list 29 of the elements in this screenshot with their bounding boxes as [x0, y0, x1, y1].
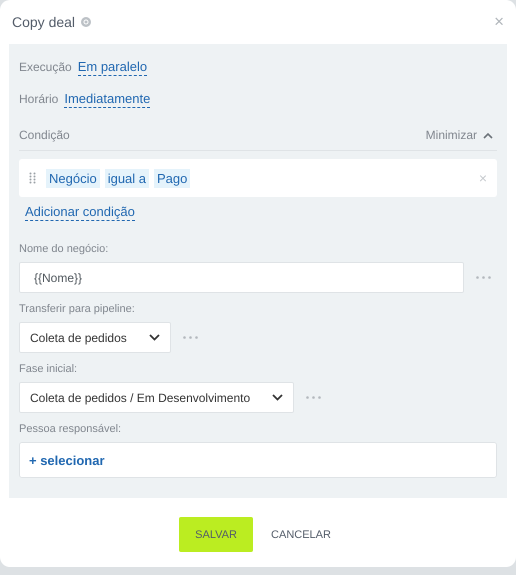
- condition-token[interactable]: igual a: [104, 168, 150, 188]
- field-label: Fase inicial:: [19, 363, 78, 375]
- caret-icon[interactable]: [483, 132, 493, 138]
- save-button[interactable]: SALVAR: [179, 517, 254, 552]
- help-icon[interactable]: [81, 17, 92, 27]
- user-picker[interactable]: + selecionar: [19, 442, 497, 478]
- field-label: Nome do negócio:: [19, 243, 110, 255]
- window-title: Copy deal: [12, 14, 76, 30]
- chevron-down-icon: [272, 394, 284, 401]
- condition-token[interactable]: Pago: [154, 168, 190, 188]
- setting-label: Horário: [19, 92, 58, 106]
- dropdown[interactable]: Coleta de pedidos / Em Desenvolvimento: [19, 382, 294, 413]
- more-icon[interactable]: [182, 336, 198, 339]
- setting-link[interactable]: Imediatamente: [64, 90, 150, 108]
- more-icon[interactable]: [306, 396, 322, 399]
- field-label: Transferir para pipeline:: [19, 303, 136, 315]
- minimize-link[interactable]: Minimizar: [426, 128, 477, 142]
- add-condition-link[interactable]: Adicionar condição: [25, 203, 135, 221]
- name-input[interactable]: {{Nome}}: [19, 262, 464, 293]
- cancel-button[interactable]: CANCELAR: [265, 528, 337, 542]
- setting-link[interactable]: Em paralelo: [78, 58, 148, 76]
- condition-token[interactable]: Negócio: [46, 168, 100, 188]
- drag-handle-icon[interactable]: [29, 172, 36, 184]
- condition-label: Condição: [19, 128, 70, 142]
- chevron-down-icon: [148, 334, 160, 341]
- setting-label: Execução: [19, 60, 72, 74]
- more-icon[interactable]: [476, 276, 491, 279]
- field-label: Pessoa responsável:: [19, 423, 122, 435]
- dropdown[interactable]: Coleta de pedidos: [19, 322, 171, 353]
